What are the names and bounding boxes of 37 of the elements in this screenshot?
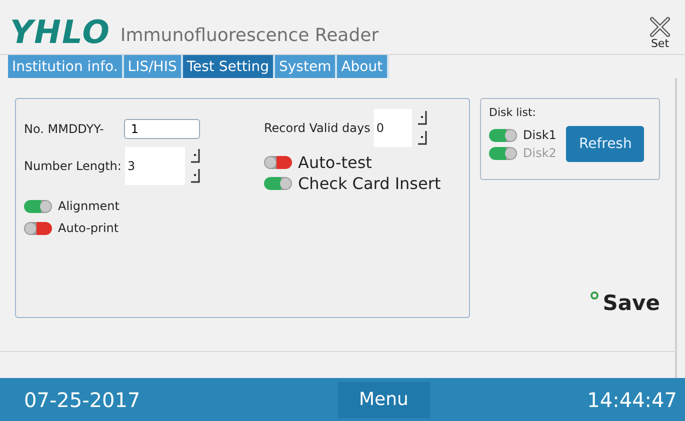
spin-arrow-icon[interactable] [418,131,428,145]
time-text: 14:44:47 [587,388,677,412]
cross-icon [649,17,671,37]
panel-title: Disk list: [489,106,536,119]
date-text: 07-25-2017 [24,388,140,412]
toggle-label: Auto-print [58,221,119,235]
toggle-switch[interactable] [24,222,52,234]
toggle-label: Alignment [58,199,120,213]
field-label: Record Valid days [264,121,370,135]
save-button[interactable]: Save [590,291,660,315]
logo: YHLO [10,16,110,53]
refresh-button[interactable]: Refresh [566,126,644,162]
toggle-switch[interactable] [264,156,292,169]
tab[interactable]: System [275,55,338,78]
tab[interactable]: LIS/HIS [124,55,183,78]
spin-arrow-icon[interactable] [191,169,202,183]
tab[interactable]: About [337,55,389,78]
field-label: No. MMDDYY- [24,122,104,136]
tab[interactable]: Institution info. [8,55,124,78]
spin-arrow-icon[interactable] [418,111,428,125]
set-button[interactable]: Set [645,17,675,54]
toggle-label: Check Card Insert [298,174,441,193]
tab[interactable]: Test Setting [182,55,275,78]
field-label: Number Length: [24,159,122,173]
toggle-switch[interactable] [24,200,52,212]
toggle-label: Auto-test [298,153,372,172]
app-title: Immunofluorescence Reader [120,25,379,48]
input-field[interactable]: 1 [124,119,200,139]
toggle-switch[interactable] [489,128,517,142]
ring-icon [590,291,599,300]
spin-box[interactable]: 3 [125,147,186,185]
spin-arrow-icon[interactable] [191,149,202,163]
spin-box[interactable]: 0 [374,109,412,147]
disk-label: Disk1 [523,128,556,142]
toggle-switch[interactable] [264,177,292,190]
menu-button[interactable]: Menu [338,382,430,418]
disk-label: Disk2 [523,146,556,160]
